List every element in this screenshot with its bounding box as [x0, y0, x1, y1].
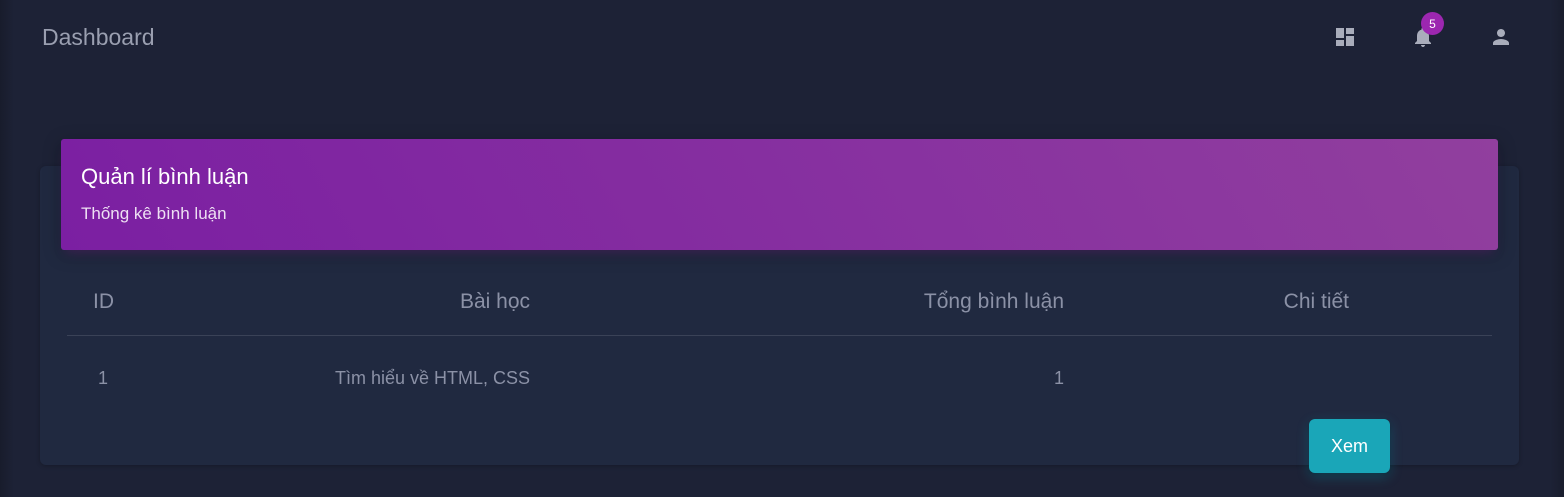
card-title: Quản lí bình luận	[81, 164, 249, 189]
cell-total-text: 1	[1053, 368, 1065, 388]
table-header-row: ID Bài học Tổng bình luận Chi tiết	[67, 270, 1492, 336]
header-lesson-label: Bài học	[459, 290, 531, 313]
card-header: Quản lí bình luận Thống kê bình luận	[61, 139, 1498, 250]
comments-table: ID Bài học Tổng bình luận Chi tiết 1 Tìm…	[67, 270, 1492, 473]
user-icon	[1493, 29, 1509, 45]
cell-id: 1	[98, 368, 109, 388]
notification-badge: 5	[1421, 12, 1444, 35]
cell-lesson-text: Tìm hiểu về HTML, CSS	[334, 368, 531, 388]
dashboard-button[interactable]	[1330, 22, 1360, 52]
table-row: 1 Tìm hiểu về HTML, CSS 1 Xem	[67, 336, 1492, 473]
card-subtitle: Thống kê bình luận	[81, 204, 227, 223]
user-profile-button[interactable]	[1486, 22, 1516, 52]
header-detail-label: Chi tiết	[1283, 290, 1350, 313]
top-navbar: Dashboard 5	[0, 0, 1564, 80]
header-total-label: Tổng bình luận	[923, 290, 1065, 313]
dashboard-icon	[1336, 28, 1354, 46]
header-id: ID	[93, 290, 114, 313]
navbar-brand[interactable]: Dashboard	[42, 24, 155, 51]
view-detail-button[interactable]: Xem	[1309, 419, 1390, 473]
